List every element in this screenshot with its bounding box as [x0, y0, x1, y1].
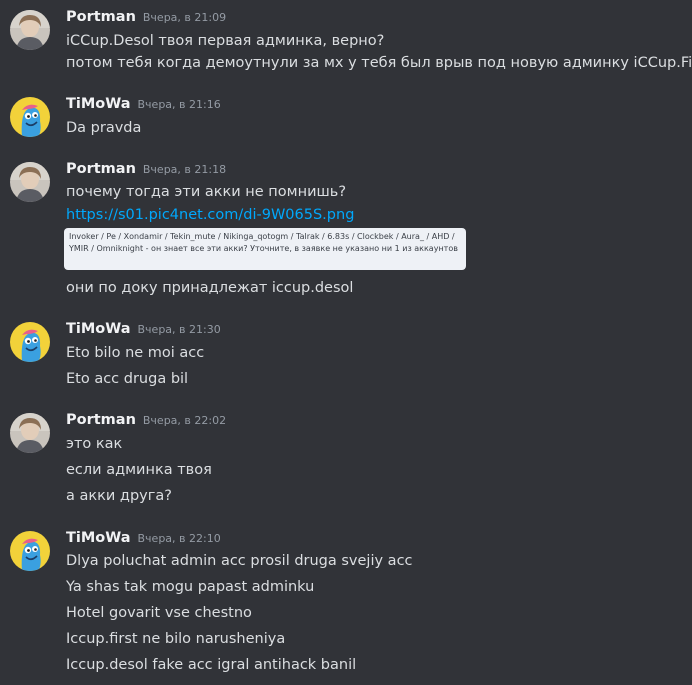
embedded-image[interactable]: Invoker / Pe / Xondamir / Tekin_mute / N… [64, 228, 466, 270]
timestamp: Вчера, в 21:09 [142, 11, 227, 24]
username[interactable]: Portman [66, 161, 136, 177]
username[interactable]: Portman [66, 9, 136, 25]
message-header: TiMoWa Вчера, в 21:30 [66, 321, 221, 341]
message-text: Hotel govarit vse chestno [66, 605, 252, 621]
timowa-avatar[interactable] [10, 322, 50, 362]
message-text: если админка твоя [66, 462, 212, 478]
username[interactable]: Portman [66, 412, 136, 428]
username[interactable]: TiMoWa [66, 321, 131, 337]
portrait-avatar-icon [10, 162, 50, 202]
message-header: Portman Вчера, в 21:09 [66, 9, 226, 29]
message-text: это как [66, 436, 123, 452]
message-text: Da pravda [66, 120, 142, 136]
message-text: Eto acc druga bil [66, 371, 189, 387]
message-header: TiMoWa Вчера, в 21:16 [66, 96, 221, 116]
timestamp: Вчера, в 21:18 [142, 163, 227, 176]
image-link[interactable]: https://s01.pic4net.com/di-9W065S.png [66, 205, 354, 225]
blue-creature-avatar-icon [10, 97, 50, 137]
message-header: Portman Вчера, в 21:18 [66, 161, 226, 181]
message-text: Ya shas tak mogu papast adminku [66, 579, 315, 595]
portrait-avatar-icon [10, 413, 50, 453]
username[interactable]: TiMoWa [66, 530, 131, 546]
message-text: а акки друга? [66, 488, 172, 504]
message-text: Dlya poluchat admin acc prosil druga sve… [66, 553, 413, 569]
timestamp: Вчера, в 22:10 [137, 532, 221, 545]
message-text: они по доку принадлежат iccup.desol [66, 280, 354, 296]
message-text: Eto bilo ne moi acc [66, 345, 205, 361]
message-text: потом тебя когда демоутнули за мх у тебя… [66, 55, 692, 71]
message-text: Iccup.desol fake acc igral antihack bani… [66, 657, 357, 673]
timowa-avatar[interactable] [10, 97, 50, 137]
portman-avatar[interactable] [10, 10, 50, 50]
portman-avatar[interactable] [10, 413, 50, 453]
message-header: TiMoWa Вчера, в 22:10 [66, 530, 221, 550]
message-header: Portman Вчера, в 22:02 [66, 412, 226, 432]
username[interactable]: TiMoWa [66, 96, 131, 112]
blue-creature-avatar-icon [10, 531, 50, 571]
message-text: iCCup.Desol твоя первая админка, верно? [66, 33, 385, 49]
portman-avatar[interactable] [10, 162, 50, 202]
timestamp: Вчера, в 21:16 [137, 98, 221, 111]
portrait-avatar-icon [10, 10, 50, 50]
timestamp: Вчера, в 22:02 [142, 414, 227, 427]
timestamp: Вчера, в 21:30 [137, 323, 221, 336]
timowa-avatar[interactable] [10, 531, 50, 571]
blue-creature-avatar-icon [10, 322, 50, 362]
message-text: Iccup.first ne bilo narusheniya [66, 631, 286, 647]
message-text: почему тогда эти акки не помнишь? [66, 184, 347, 200]
